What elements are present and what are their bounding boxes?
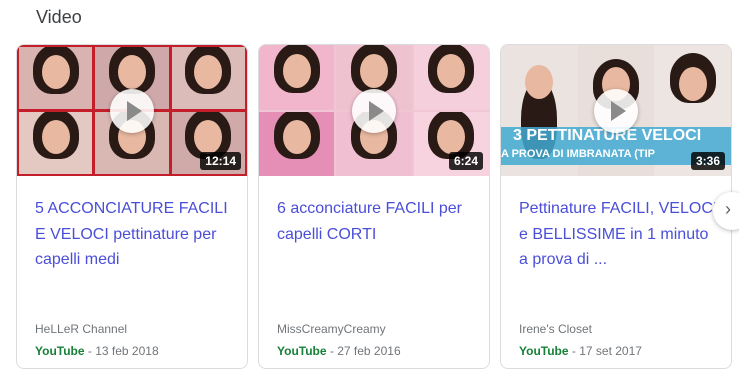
publish-date: 27 feb 2016 — [337, 344, 401, 358]
video-card[interactable]: 6:24 6 acconciature FACILI per capelli C… — [258, 44, 490, 369]
source-label: YouTube — [277, 344, 327, 358]
publish-date: 17 set 2017 — [579, 344, 642, 358]
video-card[interactable]: 3 PETTINATURE VELOCI A PROVA DI IMBRANAT… — [500, 44, 732, 369]
video-meta: YouTube - 27 feb 2016 — [277, 344, 401, 358]
video-meta: YouTube - 13 feb 2018 — [35, 344, 159, 358]
source-label: YouTube — [35, 344, 85, 358]
play-icon[interactable] — [110, 88, 154, 133]
publish-date: 13 feb 2018 — [95, 344, 159, 358]
meta-separator: - — [326, 344, 338, 358]
video-title-link[interactable]: Pettinature FACILI, VELOCI e BELLISSIME … — [519, 196, 719, 273]
video-thumbnail[interactable]: 6:24 — [259, 45, 489, 176]
play-icon[interactable] — [352, 88, 396, 133]
source-label: YouTube — [519, 344, 569, 358]
meta-separator: - — [568, 344, 580, 358]
video-card[interactable]: 12:14 5 ACCONCIATURE FACILI E VELOCI pet… — [16, 44, 248, 369]
video-thumbnail[interactable]: 3 PETTINATURE VELOCI A PROVA DI IMBRANAT… — [501, 45, 731, 176]
chevron-right-icon: › — [725, 199, 731, 219]
video-meta: YouTube - 17 set 2017 — [519, 344, 642, 358]
channel-name: MissCreamyCreamy — [277, 322, 386, 336]
video-duration: 6:24 — [448, 152, 483, 170]
play-icon[interactable] — [594, 88, 638, 133]
video-duration: 12:14 — [200, 152, 241, 170]
channel-name: Irene's Closet — [519, 322, 592, 336]
channel-name: HeLLeR Channel — [35, 322, 128, 336]
video-title-link[interactable]: 6 acconciature FACILI per capelli CORTI — [277, 196, 477, 247]
video-title-link[interactable]: 5 ACCONCIATURE FACILI E VELOCI pettinatu… — [35, 196, 235, 273]
meta-separator: - — [84, 344, 96, 358]
thumbnail-banner-subtitle: A PROVA DI IMBRANATA (TIP — [501, 148, 655, 160]
video-duration: 3:36 — [690, 152, 725, 170]
section-title: Video — [36, 7, 82, 27]
video-thumbnail[interactable]: 12:14 — [17, 45, 247, 176]
